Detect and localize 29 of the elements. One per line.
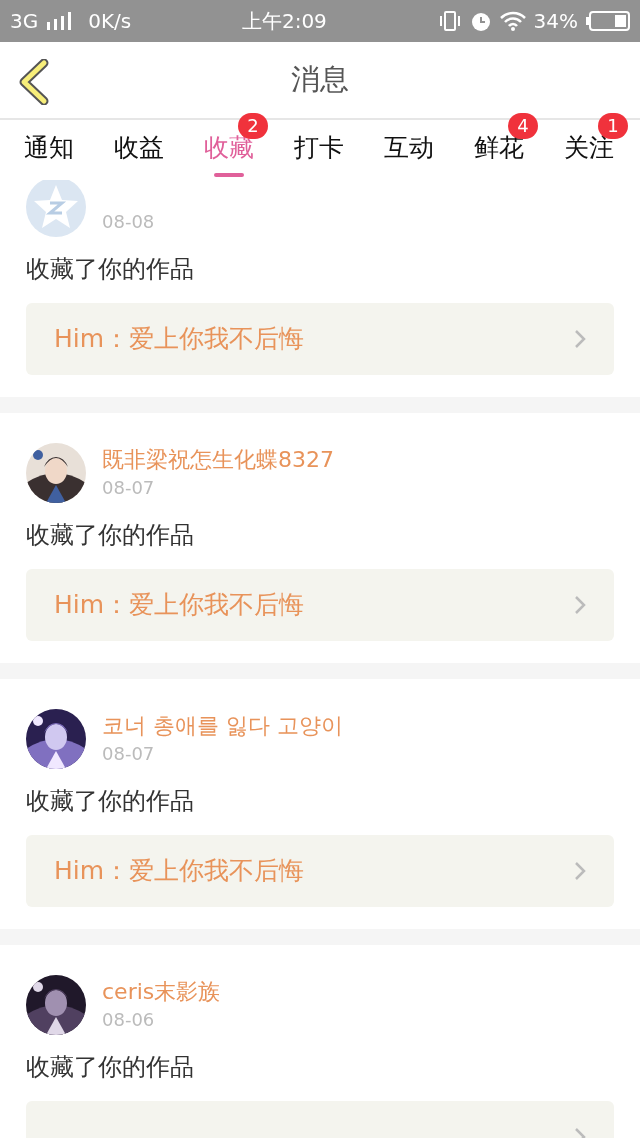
chevron-right-icon [574, 861, 586, 881]
activity-text: 收藏了你的作品 [26, 1052, 195, 1083]
chevron-right-icon [574, 595, 586, 615]
tab[interactable]: 打卡 [294, 123, 344, 177]
date: 08-08 [102, 209, 155, 234]
default-avatar-icon [26, 180, 86, 237]
chevron-right-icon [574, 329, 586, 349]
activity-text: 收藏了你的作品 [26, 254, 195, 285]
vibrate-icon [437, 10, 462, 32]
activity-text: 收藏了你的作品 [26, 786, 195, 817]
date: 08-07 [102, 475, 156, 500]
network-type: 3G [10, 8, 39, 35]
wifi-icon [499, 11, 526, 31]
date: 08-06 [102, 1007, 156, 1032]
activity-text: 收藏了你的作品 [26, 520, 195, 551]
alarm-icon [469, 10, 492, 32]
network-speed: 0K/s [88, 8, 132, 35]
user-name: ceris末影族 [102, 977, 221, 1006]
clock: 上午2:09 [240, 8, 328, 35]
signal-icon [46, 12, 73, 30]
date: 08-07 [102, 741, 156, 766]
tab[interactable]: 通知 [24, 123, 74, 177]
battery-icon [586, 11, 630, 31]
user-name: 既非梁祝怎生化蝶8327 [102, 445, 334, 474]
page-title: 消息 [291, 61, 349, 99]
tab[interactable]: 互动 [384, 123, 434, 177]
battery-percent: 34% [533, 8, 578, 35]
user-name: 코너 총애를 잃다 고양이 [102, 711, 343, 740]
tab[interactable]: 收益 [114, 123, 164, 177]
